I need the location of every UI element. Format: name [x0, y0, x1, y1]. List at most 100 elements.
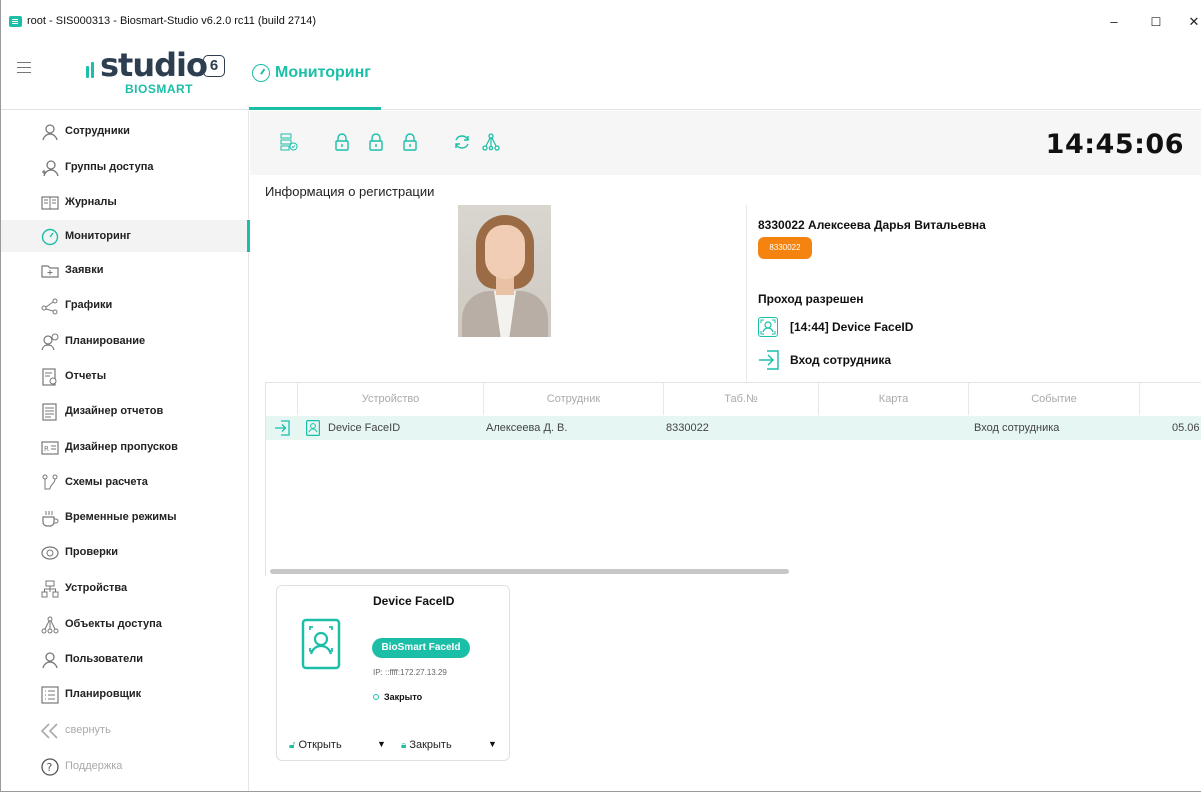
sidebar-item-planning[interactable]: Планирование	[1, 325, 249, 357]
sidebar-collapse[interactable]: свернуть	[1, 714, 249, 746]
minimize-button[interactable]: –	[1099, 10, 1129, 34]
column-header[interactable]: Таб.№	[664, 383, 819, 415]
group-icon	[41, 159, 59, 177]
sidebar-support-label: Поддержка	[65, 760, 123, 772]
table-row[interactable]: Device FaceID Алексеева Д. В. 8330022 Вх…	[266, 416, 1201, 440]
refresh-icon[interactable]	[453, 133, 471, 151]
device-check-icon[interactable]	[280, 133, 298, 151]
device-card[interactable]: Device FaceID BioSmart FaceId IP: ::ffff…	[276, 585, 510, 761]
sidebar-item-schedules[interactable]: Графики	[1, 289, 249, 321]
person-clock-icon	[41, 333, 59, 351]
lock-icon[interactable]	[367, 133, 385, 151]
cell-device: Device FaceID	[328, 422, 401, 434]
sidebar: Сотрудники Группы доступа Журналы Монито…	[1, 111, 250, 791]
svg-text:R: R	[44, 445, 49, 453]
sidebar-item-requests[interactable]: Заявки	[1, 254, 249, 286]
list-icon	[41, 686, 59, 704]
registration-title: Информация о регистрации	[265, 184, 435, 199]
sidebar-item-label: Сотрудники	[65, 125, 130, 137]
open-dropdown-caret[interactable]: ▼	[377, 739, 386, 749]
sidebar-item-label: Схемы расчета	[65, 476, 148, 488]
face-id-icon	[299, 616, 347, 676]
sidebar-item-label: Дизайнер отчетов	[65, 405, 164, 417]
sidebar-item-label: Дизайнер пропусков	[65, 441, 178, 453]
cell-event: Вход сотрудника	[974, 422, 1060, 434]
sidebar-item-access-objects[interactable]: Объекты доступа	[1, 608, 249, 640]
device-status: Закрыто	[373, 692, 422, 702]
window-title: root - SIS000313 - Biosmart-Studio v6.2.…	[27, 15, 317, 27]
network-icon	[41, 580, 59, 598]
lock-icon[interactable]	[401, 133, 419, 151]
employee-photo	[458, 205, 551, 337]
column-header	[266, 383, 298, 415]
sidebar-item-users[interactable]: Пользователи	[1, 643, 249, 675]
sidebar-support[interactable]: ? Поддержка	[1, 750, 249, 782]
sidebar-item-label: Пользователи	[65, 653, 144, 665]
sidebar-item-label: Временные режимы	[65, 511, 177, 523]
help-icon: ?	[41, 758, 59, 776]
sidebar-item-checks[interactable]: Проверки	[1, 536, 249, 568]
sidebar-item-label: Журналы	[65, 196, 117, 208]
sidebar-item-label: Отчеты	[65, 370, 107, 382]
open-button[interactable]: 🔓︎ Открыть	[289, 739, 342, 751]
sidebar-item-label: Планирование	[65, 335, 146, 347]
logo-word: studio	[100, 46, 208, 84]
column-header[interactable]: Событие	[969, 383, 1140, 415]
book-icon	[41, 194, 59, 212]
column-header[interactable]: Карта	[819, 383, 969, 415]
device-line-label: [14:44] Device FaceID	[790, 320, 914, 334]
device-name: Device FaceID	[373, 594, 455, 608]
sidebar-item-access-groups[interactable]: Группы доступа	[1, 151, 249, 183]
app-window: root - SIS000313 - Biosmart-Studio v6.2.…	[0, 0, 1201, 792]
column-header[interactable]	[1140, 383, 1201, 415]
close-dropdown-caret[interactable]: ▼	[488, 739, 497, 749]
logo-version: 6	[203, 55, 225, 77]
sidebar-item-time-modes[interactable]: Временные режимы	[1, 501, 249, 533]
nodes-icon[interactable]	[482, 133, 500, 151]
divider	[746, 205, 747, 381]
title-bar: root - SIS000313 - Biosmart-Studio v6.2.…	[1, 0, 1201, 44]
sidebar-item-devices[interactable]: Устройства	[1, 572, 249, 604]
menu-icon[interactable]	[17, 62, 31, 74]
open-label: Открыть	[298, 739, 342, 751]
cell-employee: Алексеева Д. В.	[486, 422, 568, 434]
lock-icon[interactable]	[333, 133, 351, 151]
nodes-icon	[41, 616, 59, 634]
entry-icon	[274, 416, 290, 440]
status-dot-icon	[373, 694, 379, 700]
collapse-icon	[39, 722, 58, 740]
horizontal-scrollbar[interactable]	[270, 569, 789, 574]
svg-text:?: ?	[47, 761, 53, 774]
sidebar-item-journals[interactable]: Журналы	[1, 186, 249, 218]
person-icon	[41, 123, 59, 141]
share-icon	[41, 297, 59, 315]
face-id-icon	[758, 317, 778, 337]
close-button[interactable]: ✕	[1179, 10, 1201, 34]
entry-icon	[758, 350, 779, 370]
sidebar-item-reports[interactable]: Отчеты	[1, 360, 249, 392]
sidebar-item-label: Планировщик	[65, 688, 142, 700]
sidebar-item-monitoring[interactable]: Мониторинг	[1, 220, 250, 252]
close-door-button[interactable]: 🔒︎ Закрыть	[401, 739, 452, 751]
tab-monitoring[interactable]: Мониторинг	[249, 44, 381, 110]
sidebar-item-label: Проверки	[65, 546, 119, 558]
folder-plus-icon	[41, 262, 59, 280]
sidebar-item-pass-designer[interactable]: R Дизайнер пропусков	[1, 431, 249, 463]
monitoring-toolbar: 14:45:06	[250, 111, 1201, 175]
column-header[interactable]: Сотрудник	[484, 383, 664, 415]
sidebar-item-report-designer[interactable]: Дизайнер отчетов	[1, 395, 249, 427]
sidebar-item-calc-schemes[interactable]: Схемы расчета	[1, 466, 249, 498]
sidebar-item-label: Мониторинг	[65, 230, 131, 242]
employee-name: 8330022 Алексеева Дарья Витальевна	[758, 218, 986, 232]
sidebar-item-employees[interactable]: Сотрудники	[1, 115, 249, 147]
gauge-icon	[252, 64, 270, 82]
sidebar-item-label: Группы доступа	[65, 161, 154, 173]
maximize-button[interactable]: ☐	[1141, 10, 1171, 34]
report-icon	[41, 368, 59, 386]
column-header[interactable]: Устройство	[298, 383, 484, 415]
gauge-icon	[41, 228, 59, 246]
device-type-badge: BioSmart FaceId	[372, 638, 470, 658]
sidebar-item-scheduler[interactable]: Планировщик	[1, 678, 249, 710]
device-status-text: Закрыто	[384, 692, 423, 702]
app-header: studio 6 BIOSMART Мониторинг	[1, 44, 1201, 110]
